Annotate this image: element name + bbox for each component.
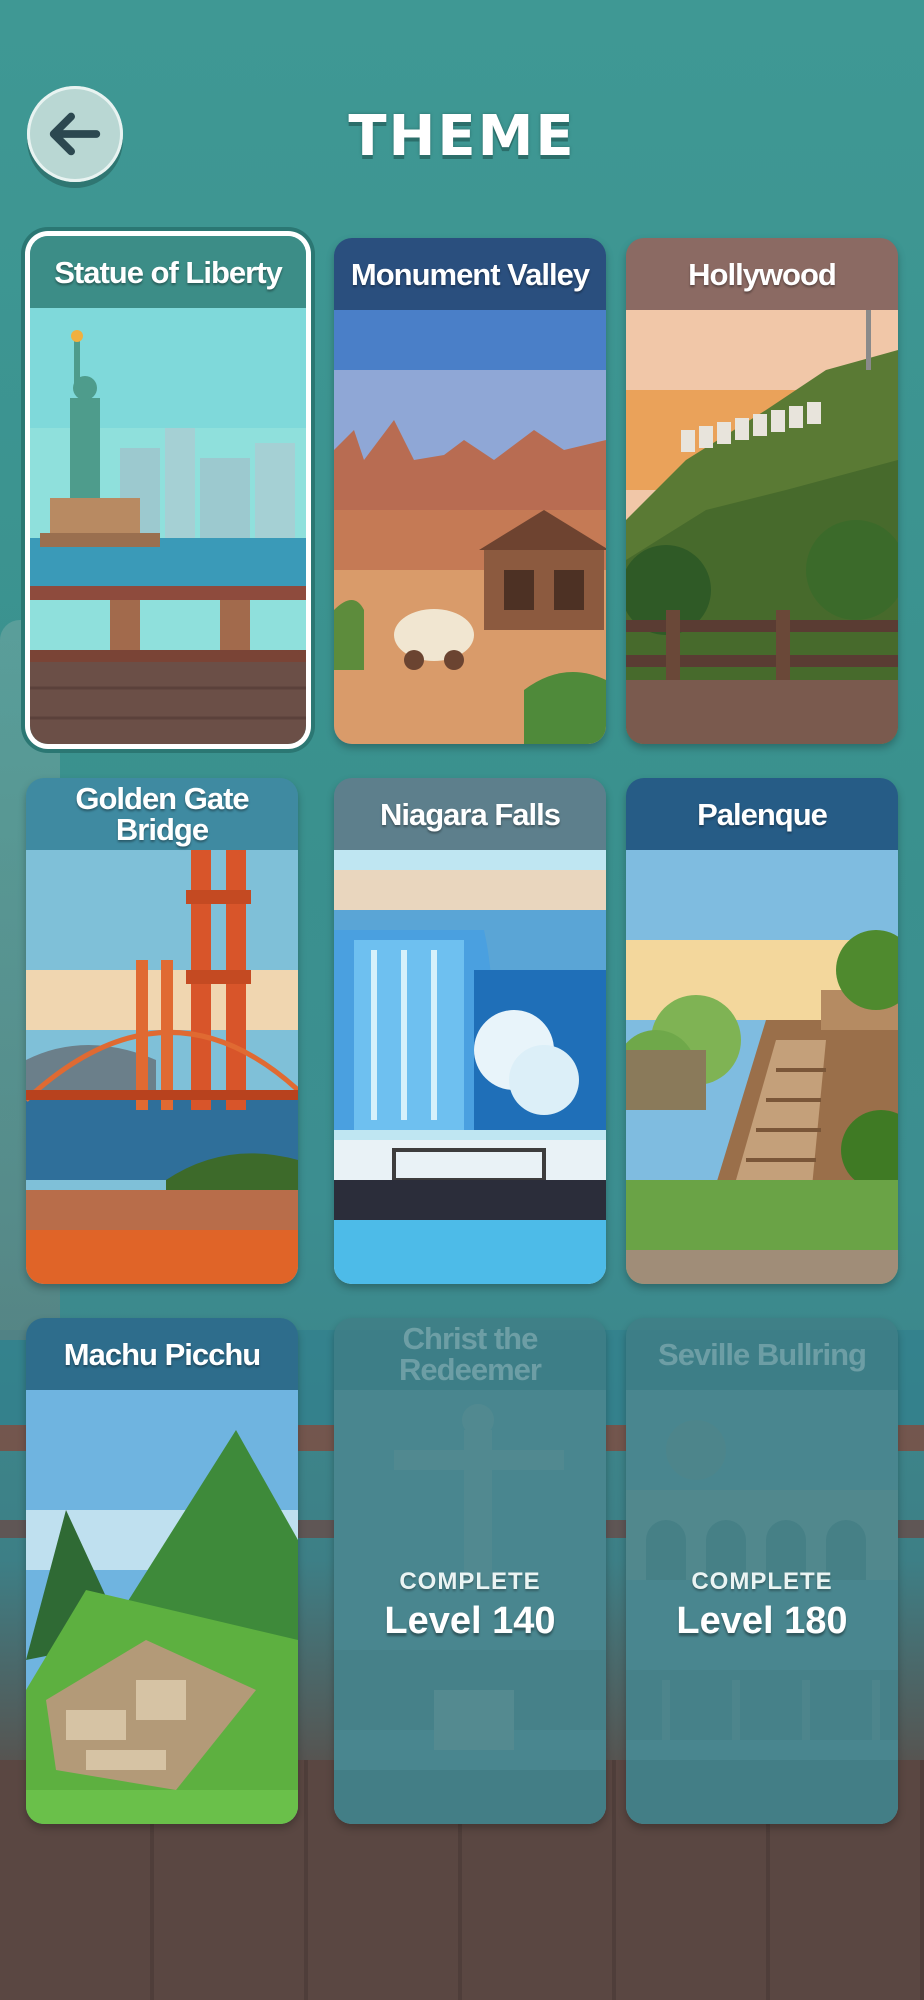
theme-card-monument-valley[interactable]: Monument Valley xyxy=(334,238,606,744)
statue-of-liberty-art xyxy=(30,308,306,744)
unlock-requirement: COMPLETE Level 140 xyxy=(334,1568,606,1643)
theme-card-label: Machu Picchu xyxy=(26,1318,298,1390)
theme-card-label: Hollywood xyxy=(626,238,898,310)
golden-gate-bridge-art xyxy=(26,850,298,1284)
theme-card-hollywood[interactable]: Hollywood xyxy=(626,238,898,744)
theme-card-niagara-falls[interactable]: Niagara Falls xyxy=(334,778,606,1284)
theme-screen: THEME Statue of Liberty Monument Valley … xyxy=(0,0,924,2000)
theme-card-statue-of-liberty[interactable]: Statue of Liberty xyxy=(30,236,306,744)
theme-card-label: Statue of Liberty xyxy=(30,236,306,308)
machu-picchu-art xyxy=(26,1390,298,1824)
niagara-falls-art xyxy=(334,850,606,1284)
theme-card-seville-bullring[interactable]: Seville Bullring COMPLETE Level 180 xyxy=(626,1318,898,1824)
theme-card-christ-the-redeemer[interactable]: Christ the Redeemer COMPLETE Level 140 xyxy=(334,1318,606,1824)
theme-grid: Statue of Liberty Monument Valley Hollyw… xyxy=(0,0,924,2000)
unlock-prefix: COMPLETE xyxy=(399,1568,541,1595)
hollywood-art xyxy=(626,310,898,744)
unlock-requirement: COMPLETE Level 180 xyxy=(626,1568,898,1643)
theme-card-golden-gate-bridge[interactable]: Golden Gate Bridge xyxy=(26,778,298,1284)
unlock-level: Level 180 xyxy=(676,1600,848,1642)
theme-card-palenque[interactable]: Palenque xyxy=(626,778,898,1284)
palenque-art xyxy=(626,850,898,1284)
theme-card-label: Christ the Redeemer xyxy=(399,1321,542,1387)
monument-valley-art xyxy=(334,310,606,744)
theme-card-label: Palenque xyxy=(626,778,898,850)
theme-card-label: Golden Gate Bridge xyxy=(26,778,298,850)
theme-card-label: Niagara Falls xyxy=(334,778,606,850)
theme-card-label: Seville Bullring xyxy=(658,1336,867,1372)
unlock-level: Level 140 xyxy=(384,1600,556,1642)
unlock-prefix: COMPLETE xyxy=(691,1568,833,1595)
theme-card-label: Monument Valley xyxy=(334,238,606,310)
theme-card-machu-picchu[interactable]: Machu Picchu xyxy=(26,1318,298,1824)
